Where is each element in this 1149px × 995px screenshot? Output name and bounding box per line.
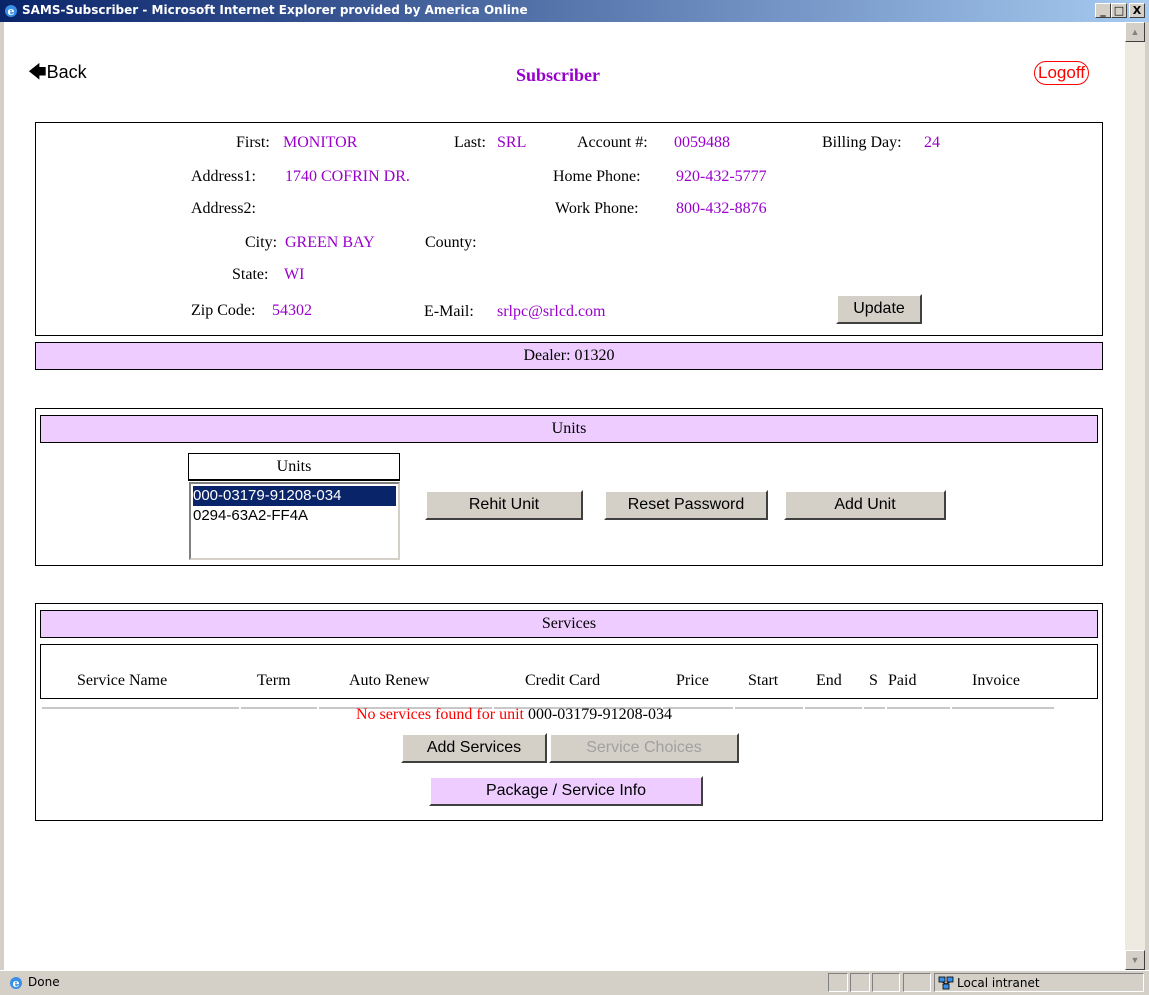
window-title-bar[interactable]: e SAMS-Subscriber - Microsoft Internet E… xyxy=(0,0,1149,22)
reset-password-button[interactable]: Reset Password xyxy=(604,490,768,520)
column-header-start: Start xyxy=(748,672,779,689)
status-bar: e Done Local intranet xyxy=(0,970,1149,995)
column-divider xyxy=(241,707,317,709)
minimize-button[interactable]: _ xyxy=(1095,3,1111,18)
status-text: Done xyxy=(28,975,60,989)
work-phone-value: 800-432-8876 xyxy=(676,200,767,217)
svg-text:e: e xyxy=(13,977,20,990)
unit-list-item[interactable]: 0294-63A2-FF4A xyxy=(193,506,396,526)
page-title: Subscriber xyxy=(516,65,601,85)
column-header-s: S xyxy=(869,672,878,689)
close-button[interactable]: X xyxy=(1129,3,1145,18)
back-link[interactable]: 🡄Back xyxy=(28,60,87,90)
no-services-text: No services found for unit xyxy=(356,706,524,723)
zip-value: 54302 xyxy=(272,302,312,319)
page-content: 🡄Back Subscriber Logoff First: MONITOR L… xyxy=(4,22,1125,970)
column-header-auto-renew: Auto Renew xyxy=(349,672,430,689)
column-divider xyxy=(952,707,1054,709)
rehit-unit-button[interactable]: Rehit Unit xyxy=(425,490,583,520)
first-value: MONITOR xyxy=(283,134,358,151)
column-header-term: Term xyxy=(257,672,291,689)
status-pane xyxy=(903,973,931,992)
county-label: County: xyxy=(425,234,477,251)
window-title: SAMS-Subscriber - Microsoft Internet Exp… xyxy=(22,3,528,17)
address1-label: Address1: xyxy=(191,168,256,185)
address1-value: 1740 COFRIN DR. xyxy=(285,168,410,185)
address2-label: Address2: xyxy=(191,200,256,217)
units-listbox[interactable]: 000-03179-91208-034 0294-63A2-FF4A xyxy=(189,482,400,560)
service-choices-button[interactable]: Service Choices xyxy=(549,733,739,763)
back-arrow-icon: 🡄 xyxy=(28,62,47,82)
column-divider xyxy=(735,707,803,709)
status-pane xyxy=(850,973,870,992)
status-pane xyxy=(828,973,848,992)
back-label: Back xyxy=(46,62,87,82)
scroll-down-icon[interactable]: ▼ xyxy=(1125,950,1145,970)
account-label: Account #: xyxy=(577,134,648,151)
units-list-header: Units xyxy=(188,453,400,481)
page-done-icon: e xyxy=(10,977,22,990)
last-value: SRL xyxy=(497,134,527,151)
email-label: E-Mail: xyxy=(424,303,474,320)
zip-label: Zip Code: xyxy=(191,302,256,319)
add-services-button[interactable]: Add Services xyxy=(401,733,547,763)
logoff-link[interactable]: Logoff xyxy=(1034,61,1089,85)
column-divider xyxy=(864,707,885,709)
no-services-unit: 000-03179-91208-034 xyxy=(527,706,672,723)
home-phone-label: Home Phone: xyxy=(553,168,641,185)
city-label: City: xyxy=(245,234,278,251)
status-pane xyxy=(872,973,900,992)
local-intranet-icon xyxy=(938,976,954,990)
internet-explorer-icon: e xyxy=(5,5,17,18)
billing-day-value: 24 xyxy=(924,134,940,151)
maximize-button[interactable]: □ xyxy=(1111,3,1127,18)
city-value: GREEN BAY xyxy=(285,234,375,251)
zone-pane: Local intranet xyxy=(934,973,1144,992)
update-button[interactable]: Update xyxy=(836,294,922,324)
zone-text: Local intranet xyxy=(957,976,1040,990)
column-header-service-name: Service Name xyxy=(77,672,168,689)
column-divider xyxy=(887,707,950,709)
unit-list-item-selected[interactable]: 000-03179-91208-034 xyxy=(193,486,396,506)
services-section-title: Services xyxy=(40,610,1098,638)
add-unit-button[interactable]: Add Unit xyxy=(784,490,946,520)
package-service-info-button[interactable]: Package / Service Info xyxy=(429,776,703,806)
column-divider xyxy=(42,707,239,709)
units-section-title: Units xyxy=(40,415,1098,443)
account-value: 0059488 xyxy=(674,134,730,151)
state-value: WI xyxy=(284,266,305,283)
billing-day-label: Billing Day: xyxy=(822,134,902,151)
vertical-scrollbar[interactable]: ▲ ▼ xyxy=(1125,22,1145,970)
home-phone-value: 920-432-5777 xyxy=(676,168,767,185)
state-label: State: xyxy=(232,266,269,283)
scroll-up-icon[interactable]: ▲ xyxy=(1125,22,1145,42)
column-divider xyxy=(805,707,862,709)
dealer-band: Dealer: 01320 xyxy=(35,342,1103,370)
work-phone-label: Work Phone: xyxy=(555,200,639,217)
no-services-message: No services found for unit 000-03179-912… xyxy=(356,706,672,724)
column-header-credit-card: Credit Card xyxy=(525,672,601,689)
last-label: Last: xyxy=(454,134,486,151)
svg-text:e: e xyxy=(8,5,15,18)
email-link[interactable]: srlpc@srlcd.com xyxy=(497,303,605,321)
column-header-end: End xyxy=(816,672,842,689)
column-header-paid: Paid xyxy=(888,672,917,689)
first-label: First: xyxy=(236,134,270,151)
column-divider xyxy=(663,707,733,709)
column-header-invoice: Invoice xyxy=(972,672,1020,689)
column-header-price: Price xyxy=(676,672,709,689)
